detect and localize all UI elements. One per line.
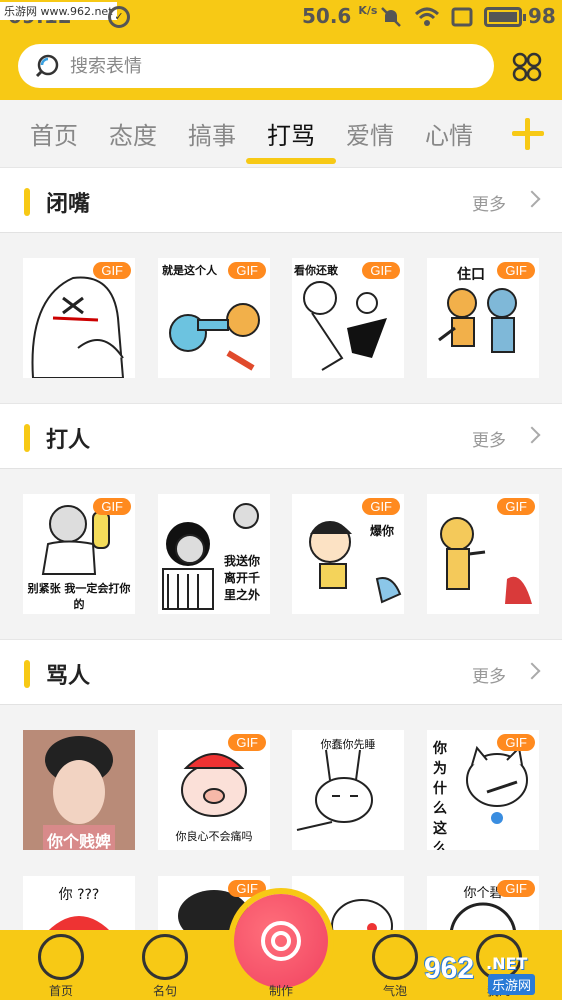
tab-mischief[interactable]: 搞事 bbox=[188, 116, 236, 151]
battery-icon bbox=[484, 7, 526, 27]
nav-quotes[interactable]: 名句 bbox=[126, 930, 206, 1000]
mute-bell-icon bbox=[381, 7, 401, 27]
section-body-hit: 别紧张 我一定会打你的 GIF 我送你离开千里之外 爆你 GIF GIF bbox=[0, 470, 562, 640]
tab-attitude[interactable]: 态度 bbox=[109, 116, 157, 151]
gif-badge: GIF bbox=[93, 498, 131, 515]
chevron-right-icon[interactable] bbox=[523, 190, 541, 208]
chevron-right-icon[interactable] bbox=[523, 662, 541, 680]
gif-badge: GIF bbox=[228, 880, 266, 897]
site-logo: 962 .NET 乐游网 bbox=[424, 952, 558, 998]
meme-tile[interactable]: 你良心不会痛吗 GIF bbox=[158, 730, 270, 850]
meme-caption: 你 ??? bbox=[58, 887, 100, 903]
search-input[interactable] bbox=[70, 54, 470, 78]
meme-tile[interactable]: GIF bbox=[23, 258, 135, 378]
meme-caption: 别紧张 我一定会打你的 bbox=[27, 582, 131, 611]
meme-tile[interactable]: 你蠢你先睡 bbox=[292, 730, 404, 850]
category-tabs: 首页 态度 搞事 打骂 爱情 心情 bbox=[0, 100, 562, 166]
home-icon bbox=[38, 934, 84, 980]
meme-caption: 你为什么这么屌 bbox=[433, 741, 447, 850]
more-link[interactable]: 更多 bbox=[472, 426, 506, 451]
section-header-shut-up: 闭嘴 更多 bbox=[0, 167, 562, 233]
section-title: 骂人 bbox=[46, 664, 91, 689]
meme-caption: 你良心不会痛吗 bbox=[175, 830, 253, 843]
gif-badge: GIF bbox=[93, 262, 131, 279]
logo-number: 962 bbox=[424, 952, 475, 985]
nav-label: 首页 bbox=[48, 984, 73, 998]
meme-tile[interactable]: 就是这个人 GIF bbox=[158, 258, 270, 378]
watermark: 乐游网 www.962.net bbox=[0, 2, 117, 20]
meme-caption: 你蠢你先睡 bbox=[320, 738, 376, 751]
meme-tile[interactable]: 看你还敢 GIF bbox=[292, 258, 404, 378]
chevron-right-icon[interactable] bbox=[523, 426, 541, 444]
meme-tile[interactable]: GIF bbox=[427, 494, 539, 614]
category-grid-icon[interactable] bbox=[512, 52, 542, 82]
section-body-shut-up: GIF 就是这个人 GIF 看你还敢 GIF 住口 GIF bbox=[0, 234, 562, 404]
meme-tile[interactable]: 别紧张 我一定会打你的 GIF bbox=[23, 494, 135, 614]
gif-badge: GIF bbox=[497, 734, 535, 751]
section-accent-bar bbox=[24, 188, 30, 216]
meme-tile[interactable]: 我送你离开千里之外 bbox=[158, 494, 270, 614]
gif-badge: GIF bbox=[497, 498, 535, 515]
tab-home[interactable]: 首页 bbox=[30, 116, 78, 151]
gif-badge: GIF bbox=[497, 262, 535, 279]
meme-tile[interactable]: 你个贱婢 bbox=[23, 730, 135, 850]
make-label: 制作 bbox=[268, 984, 293, 998]
sim-icon bbox=[451, 7, 473, 27]
section-title: 闭嘴 bbox=[46, 192, 91, 217]
gif-badge: GIF bbox=[362, 498, 400, 515]
gif-badge: GIF bbox=[497, 880, 535, 897]
meme-tile[interactable]: 住口 GIF bbox=[427, 258, 539, 378]
nav-label: 名句 bbox=[152, 984, 177, 998]
more-link[interactable]: 更多 bbox=[472, 662, 506, 687]
search-icon bbox=[35, 54, 59, 78]
nav-home[interactable]: 首页 bbox=[22, 930, 102, 1000]
nav-label: 气泡 bbox=[382, 984, 407, 998]
check-icon: ✓ bbox=[108, 6, 130, 28]
active-tab-indicator bbox=[246, 158, 336, 164]
meme-caption: 你个贱婢 bbox=[46, 832, 111, 850]
network-speed: 50.6 K/s bbox=[302, 4, 378, 28]
gif-badge: GIF bbox=[228, 262, 266, 279]
bubble-icon bbox=[372, 934, 418, 980]
meme-caption: 我送你离开千里之外 bbox=[224, 554, 261, 602]
tab-fight[interactable]: 打骂 bbox=[267, 116, 315, 151]
section-header-hit: 打人 更多 bbox=[0, 403, 562, 469]
wifi-icon bbox=[414, 7, 440, 26]
meme-tile[interactable]: 你为什么这么屌 GIF bbox=[427, 730, 539, 850]
meme-caption: 爆你 bbox=[370, 524, 395, 538]
search-bar[interactable] bbox=[18, 44, 494, 88]
status-bar: 09:12 乐游网 www.962.net ✓ 50.6 K/s 98 bbox=[0, 0, 562, 36]
section-title: 打人 bbox=[46, 428, 91, 453]
logo-cn: 乐游网 bbox=[488, 974, 536, 995]
more-link[interactable]: 更多 bbox=[472, 190, 506, 215]
gif-badge: GIF bbox=[228, 734, 266, 751]
logo-net: .NET bbox=[486, 954, 528, 973]
meme-tile[interactable]: 爆你 GIF bbox=[292, 494, 404, 614]
make-button[interactable] bbox=[234, 894, 328, 988]
section-header-scold: 骂人 更多 bbox=[0, 639, 562, 705]
section-accent-bar bbox=[24, 424, 30, 452]
battery-level: 98 bbox=[528, 4, 556, 28]
camera-lens-icon bbox=[271, 931, 291, 951]
gif-badge: GIF bbox=[362, 262, 400, 279]
section-accent-bar bbox=[24, 660, 30, 688]
tab-love[interactable]: 爱情 bbox=[346, 116, 394, 151]
add-category-icon[interactable] bbox=[512, 118, 544, 150]
lightbulb-icon bbox=[142, 934, 188, 980]
search-header bbox=[0, 36, 562, 100]
tab-mood[interactable]: 心情 bbox=[425, 116, 473, 151]
